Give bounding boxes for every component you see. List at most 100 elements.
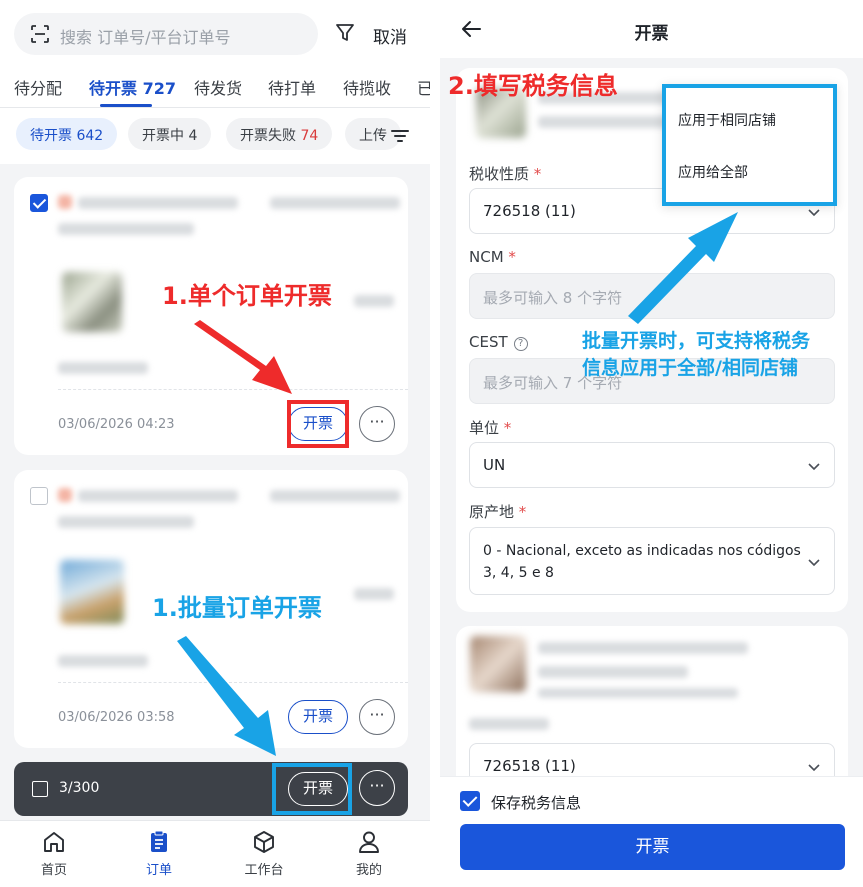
product-attr-blurred	[538, 688, 738, 698]
chip-failed-count: 74	[300, 128, 319, 144]
product-price-blurred	[354, 588, 394, 600]
ncm-label-text: NCM	[469, 248, 504, 266]
ncm-placeholder: 最多可输入 8 个字符	[483, 289, 623, 307]
search-input[interactable]: 搜索 订单号/平台订单号	[14, 13, 318, 55]
product-tag-blurred	[58, 362, 148, 374]
selected-count: 3/300	[59, 780, 100, 796]
filter-icon[interactable]	[334, 22, 356, 44]
ncm-input[interactable]: 最多可输入 8 个字符	[469, 273, 835, 319]
shop-name-blurred	[78, 490, 238, 502]
select-all-checkbox[interactable]	[32, 781, 48, 797]
workbench-icon	[254, 831, 274, 853]
product-thumbnail	[60, 560, 124, 624]
origin-label: 原产地 *	[469, 501, 526, 522]
annotation-batch-apply-note: 批量开票时，可支持将税务 信息应用于全部/相同店铺	[582, 328, 810, 382]
annotation-note-line1: 批量开票时，可支持将税务	[582, 330, 811, 352]
ncm-label: NCM *	[469, 248, 516, 266]
tab-more[interactable]: 已	[417, 75, 430, 99]
order-no-blurred	[270, 490, 400, 502]
save-tax-info-checkbox[interactable]	[460, 791, 480, 811]
tax-nature-value: 726518 (11)	[483, 202, 576, 220]
apply-all-option[interactable]: 应用给全部	[678, 162, 748, 182]
header: 开票	[440, 0, 863, 58]
required-mark: *	[533, 165, 542, 183]
cest-label: CEST?	[469, 333, 528, 351]
nav-workbench[interactable]: 工作台	[224, 829, 304, 878]
origin-label-text: 原产地	[469, 503, 515, 521]
order-meta-blurred	[58, 223, 194, 235]
order-meta-blurred	[58, 516, 194, 528]
order-list-screen: 搜索 订单号/平台订单号 取消 待分配 待开票 727 待发货 待打单 待揽收 …	[0, 0, 430, 887]
chevron-down-icon	[808, 764, 820, 772]
origin-select[interactable]: 0 - Nacional, exceto as indicadas nos có…	[469, 527, 835, 595]
sort-icon[interactable]	[390, 126, 410, 146]
order-icon	[151, 830, 167, 852]
highlight-box-batch	[272, 763, 352, 815]
card-divider	[58, 389, 408, 390]
tab-to-print[interactable]: 待打单	[268, 75, 316, 99]
tab-to-invoice[interactable]: 待开票 727	[89, 75, 176, 99]
apply-same-shop-option[interactable]: 应用于相同店铺	[678, 110, 776, 130]
page-title: 开票	[634, 24, 669, 44]
tax-nature-value-2: 726518 (11)	[483, 757, 576, 775]
save-tax-info-label: 保存税务信息	[491, 794, 582, 812]
nav-home-label: 首页	[40, 863, 67, 878]
annotation-fill-tax-info: 2.填写税务信息	[448, 72, 618, 100]
bottom-navigation: 首页 订单 工作台 我的	[0, 820, 430, 887]
product-sku-blurred	[538, 666, 688, 678]
tab-to-assign[interactable]: 待分配	[14, 75, 62, 99]
tax-nature-label: 税收性质 *	[469, 163, 541, 184]
invoice-form-screen: 开票 税收性质 * 726518 (11) NCM * 最多可输入 8 个字符 …	[440, 0, 863, 887]
product-sku-blurred	[538, 116, 678, 128]
chip-invoicing[interactable]: 开票中 4	[128, 118, 212, 150]
chip-invoice-failed-label: 开票失败	[240, 128, 296, 144]
help-icon[interactable]: ?	[513, 337, 528, 351]
product-tag-blurred	[58, 655, 148, 667]
more-button[interactable]: ···	[359, 406, 395, 442]
nav-orders-label: 订单	[145, 863, 172, 878]
order-status-tabs: 待分配 待开票 727 待发货 待打单 待揽收 已	[0, 64, 430, 108]
unit-label: 单位 *	[469, 417, 511, 438]
order-checkbox[interactable]	[30, 194, 48, 212]
required-mark: *	[508, 248, 516, 266]
profile-icon	[359, 831, 379, 853]
required-mark: *	[518, 503, 527, 521]
submit-invoice-button[interactable]: 开票	[460, 824, 845, 870]
order-no-blurred	[270, 197, 400, 209]
chip-pending-invoice[interactable]: 待开票 642	[16, 118, 118, 150]
product-price-blurred	[354, 295, 394, 307]
chip-invoice-failed[interactable]: 开票失败 74	[226, 118, 333, 150]
tab-to-ship[interactable]: 待发货	[194, 75, 242, 99]
shop-logo	[58, 195, 72, 209]
order-checkbox[interactable]	[30, 487, 48, 505]
scan-icon[interactable]	[30, 24, 50, 44]
nav-profile[interactable]: 我的	[329, 829, 409, 878]
form-footer: 保存税务信息 开票	[440, 776, 863, 887]
chevron-down-icon	[808, 463, 820, 471]
more-button[interactable]: ···	[359, 699, 395, 735]
unit-select[interactable]: UN	[469, 442, 835, 488]
active-tab-indicator	[100, 104, 152, 107]
product-thumbnail	[62, 272, 122, 332]
unit-label-text: 单位	[469, 419, 500, 437]
annotation-batch-invoice: 1.批量订单开票	[152, 594, 322, 622]
annotation-note-line2: 信息应用于全部/相同店铺	[582, 357, 798, 379]
apply-options-popover: 应用于相同店铺 应用给全部	[662, 84, 837, 206]
nav-home[interactable]: 首页	[14, 829, 94, 878]
tax-nature-label-text: 税收性质	[469, 165, 530, 183]
cest-label-text: CEST	[469, 333, 508, 351]
invoice-button[interactable]: 开票	[288, 700, 348, 734]
status-filter-chips: 待开票 642 开票中 4 开票失败 74 上传	[0, 108, 430, 164]
shop-name-blurred	[78, 197, 238, 209]
product-name-blurred	[538, 642, 748, 654]
product-thumbnail	[470, 636, 526, 692]
field-label-blurred	[469, 718, 549, 730]
cancel-button[interactable]: 取消	[373, 23, 407, 48]
nav-profile-label: 我的	[355, 863, 382, 878]
nav-orders[interactable]: 订单	[119, 829, 199, 878]
tab-to-pickup[interactable]: 待揽收	[343, 75, 391, 99]
nav-workbench-label: 工作台	[244, 863, 284, 878]
batch-more-button[interactable]: ···	[359, 770, 395, 806]
required-mark: *	[503, 419, 512, 437]
annotation-single-invoice: 1.单个订单开票	[162, 282, 332, 310]
